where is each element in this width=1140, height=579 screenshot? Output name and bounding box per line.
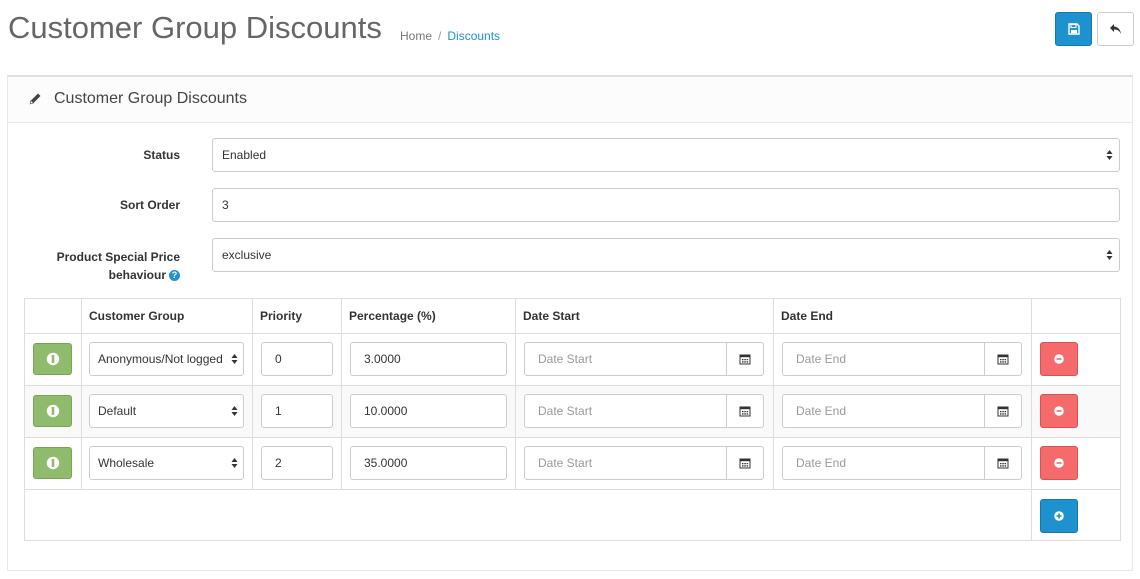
select-arrows-icon (1106, 250, 1113, 260)
select-arrows-icon (231, 406, 238, 416)
toggle-icon (46, 404, 59, 418)
status-value: Enabled (222, 148, 267, 162)
toggle-icon (46, 456, 59, 470)
header-toggle-column (25, 299, 82, 333)
special-price-label-line1: Product Special Price (56, 250, 180, 264)
table-row: Default 1 10.0000 Date Start Date End (25, 385, 1120, 438)
date-end-input[interactable]: Date End (782, 446, 985, 480)
special-price-label-line2: behaviour? (0, 266, 180, 284)
header-priority: Priority (252, 299, 342, 333)
pencil-icon (29, 93, 41, 105)
discounts-table: Customer Group Priority Percentage (%) D… (24, 298, 1121, 541)
header-customer-group: Customer Group (81, 299, 253, 333)
calendar-icon (997, 354, 1009, 365)
reply-icon (1109, 24, 1121, 34)
priority-input[interactable]: 0 (261, 342, 333, 376)
page-header: Customer Group Discounts Home / Discounts (0, 0, 1140, 75)
table-row: Wholesale 2 35.0000 Date Start Date End (25, 437, 1120, 490)
plus-circle-icon (1054, 511, 1064, 521)
header-date-end: Date End (773, 299, 1032, 333)
special-price-select[interactable]: exclusive (212, 238, 1120, 272)
calendar-icon (997, 458, 1009, 469)
priority-input[interactable]: 1 (261, 394, 333, 428)
customer-group-select[interactable]: Anonymous/Not logged (89, 342, 244, 376)
percentage-input[interactable]: 35.0000 (350, 446, 507, 480)
header-date-start: Date Start (515, 299, 774, 333)
date-end-calendar-button[interactable] (984, 446, 1022, 480)
toggle-button[interactable] (33, 447, 72, 479)
date-end-input[interactable]: Date End (782, 342, 985, 376)
toggle-button[interactable] (33, 395, 72, 427)
date-start-input[interactable]: Date Start (524, 446, 727, 480)
toggle-button[interactable] (33, 343, 72, 375)
customer-group-select[interactable]: Default (89, 394, 244, 428)
date-end-input[interactable]: Date End (782, 394, 985, 428)
percentage-input[interactable]: 10.0000 (350, 394, 507, 428)
status-select[interactable]: Enabled (212, 138, 1120, 172)
add-row-button[interactable] (1040, 499, 1078, 533)
date-start-input[interactable]: Date Start (524, 342, 727, 376)
breadcrumb: Home / Discounts (400, 29, 500, 43)
special-price-label-text: behaviour (108, 268, 166, 282)
panel-heading: Customer Group Discounts (8, 77, 1132, 123)
table-row: Anonymous/Not logged 0 3.0000 Date Start… (25, 333, 1120, 386)
calendar-icon (739, 406, 751, 417)
percentage-input[interactable]: 3.0000 (350, 342, 507, 376)
breadcrumb-home[interactable]: Home (400, 29, 432, 43)
customer-group-value: Wholesale (98, 456, 155, 470)
calendar-icon (997, 406, 1009, 417)
breadcrumb-discounts[interactable]: Discounts (447, 29, 500, 43)
select-arrows-icon (231, 354, 238, 364)
customer-group-value: Anonymous/Not logged (98, 352, 223, 366)
panel-title: Customer Group Discounts (54, 90, 247, 107)
date-start-input[interactable]: Date Start (524, 394, 727, 428)
priority-input[interactable]: 2 (261, 446, 333, 480)
calendar-icon (739, 354, 751, 365)
date-start-calendar-button[interactable] (726, 342, 764, 376)
sort-order-input[interactable]: 3 (212, 188, 1120, 222)
discounts-panel: Customer Group Discounts Status Enabled … (7, 75, 1133, 571)
remove-row-button[interactable] (1040, 446, 1078, 480)
table-footer-row (25, 489, 1120, 541)
breadcrumb-separator: / (438, 29, 442, 43)
remove-row-button[interactable] (1040, 394, 1078, 428)
back-button[interactable] (1097, 12, 1134, 46)
page-title: Customer Group Discounts (8, 10, 382, 45)
save-button[interactable] (1055, 12, 1092, 46)
date-start-calendar-button[interactable] (726, 394, 764, 428)
customer-group-select[interactable]: Wholesale (89, 446, 244, 480)
date-end-calendar-button[interactable] (984, 342, 1022, 376)
select-arrows-icon (231, 458, 238, 468)
minus-circle-icon (1054, 354, 1064, 364)
special-price-label: Product Special Price behaviour? (0, 248, 180, 284)
date-end-calendar-button[interactable] (984, 394, 1022, 428)
select-arrows-icon (1106, 150, 1113, 160)
sort-order-label: Sort Order (119, 198, 180, 212)
help-icon[interactable]: ? (169, 270, 180, 282)
remove-row-button[interactable] (1040, 342, 1078, 376)
calendar-icon (739, 458, 751, 469)
minus-circle-icon (1054, 458, 1064, 468)
minus-circle-icon (1054, 406, 1064, 416)
date-start-calendar-button[interactable] (726, 446, 764, 480)
header-percentage: Percentage (%) (341, 299, 516, 333)
special-price-value: exclusive (222, 248, 272, 262)
status-label: Status (143, 148, 180, 162)
sort-order-value: 3 (222, 198, 229, 212)
customer-group-value: Default (98, 404, 137, 418)
save-icon (1067, 23, 1080, 35)
toggle-icon (46, 352, 59, 366)
